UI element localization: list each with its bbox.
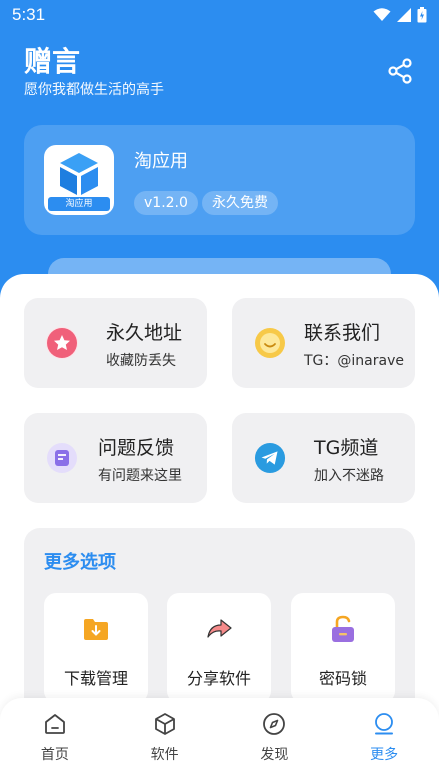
tab-more[interactable]: 更多: [329, 698, 439, 780]
cube-icon: [154, 713, 175, 735]
feature-tg-channel[interactable]: TG频道 加入不迷路: [232, 413, 415, 503]
page-title: 赠言: [24, 45, 81, 78]
version-badge: v1.2.0: [134, 191, 198, 215]
star-icon: [46, 327, 78, 359]
status-icons: [373, 7, 427, 23]
page-subtitle: 愿你我都做生活的高手: [24, 82, 164, 98]
share-software-button[interactable]: 分享软件: [167, 593, 271, 703]
tab-label: 首页: [40, 747, 69, 763]
app-name: 淘应用: [134, 151, 188, 172]
download-manager-button[interactable]: 下载管理: [44, 593, 148, 703]
share-icon: [388, 58, 412, 84]
feedback-icon: [46, 442, 78, 474]
feature-feedback[interactable]: 问题反馈 有问题来这里: [24, 413, 207, 503]
compass-icon: [263, 713, 286, 735]
lock-icon: [327, 613, 359, 645]
tab-label: 更多: [370, 747, 399, 763]
download-folder-icon: [80, 613, 112, 645]
feature-title: 问题反馈: [98, 437, 175, 459]
license-badge: 永久免费: [202, 191, 278, 215]
feature-title: 联系我们: [304, 322, 381, 344]
share-arrow-icon: [203, 613, 235, 645]
status-bar: 5:31: [0, 0, 439, 30]
tab-home[interactable]: 首页: [0, 698, 110, 780]
more-person-icon: [375, 713, 394, 735]
page-header: 赠言 愿你我都做生活的高手: [24, 44, 164, 100]
app-logo-label: 淘应用: [48, 197, 110, 211]
feature-subtitle: TG：@inarave: [304, 353, 404, 369]
app-logo: 淘应用: [44, 145, 114, 215]
wifi-icon: [373, 8, 391, 21]
tab-software[interactable]: 软件: [110, 698, 220, 780]
tab-label: 发现: [260, 747, 289, 763]
home-icon: [44, 714, 65, 734]
tab-discover[interactable]: 发现: [220, 698, 330, 780]
option-label: 密码锁: [318, 669, 367, 688]
feature-subtitle: 收藏防丢失: [106, 353, 176, 369]
feature-subtitle: 加入不迷路: [314, 468, 384, 484]
bottom-tab-bar: 首页 软件 发现 更多: [0, 698, 439, 780]
feature-contact-us[interactable]: 联系我们 TG：@inarave: [232, 298, 415, 388]
password-lock-button[interactable]: 密码锁: [291, 593, 395, 703]
feature-permanent-address[interactable]: 永久地址 收藏防丢失: [24, 298, 207, 388]
option-label: 下载管理: [63, 669, 128, 688]
signal-icon: [397, 8, 411, 22]
more-options-title: 更多选项: [44, 552, 116, 573]
telegram-icon: [254, 442, 286, 474]
feature-subtitle: 有问题来这里: [98, 468, 182, 484]
option-label: 分享软件: [186, 669, 251, 688]
tab-label: 软件: [150, 747, 179, 763]
share-button[interactable]: [385, 56, 415, 86]
app-info-card[interactable]: 淘应用 淘应用 v1.2.0 永久免费: [24, 125, 415, 235]
feature-title: TG频道: [314, 437, 379, 459]
battery-icon: [417, 7, 427, 23]
status-time: 5:31: [12, 5, 46, 24]
smile-icon: [254, 327, 286, 359]
feature-title: 永久地址: [106, 322, 183, 344]
